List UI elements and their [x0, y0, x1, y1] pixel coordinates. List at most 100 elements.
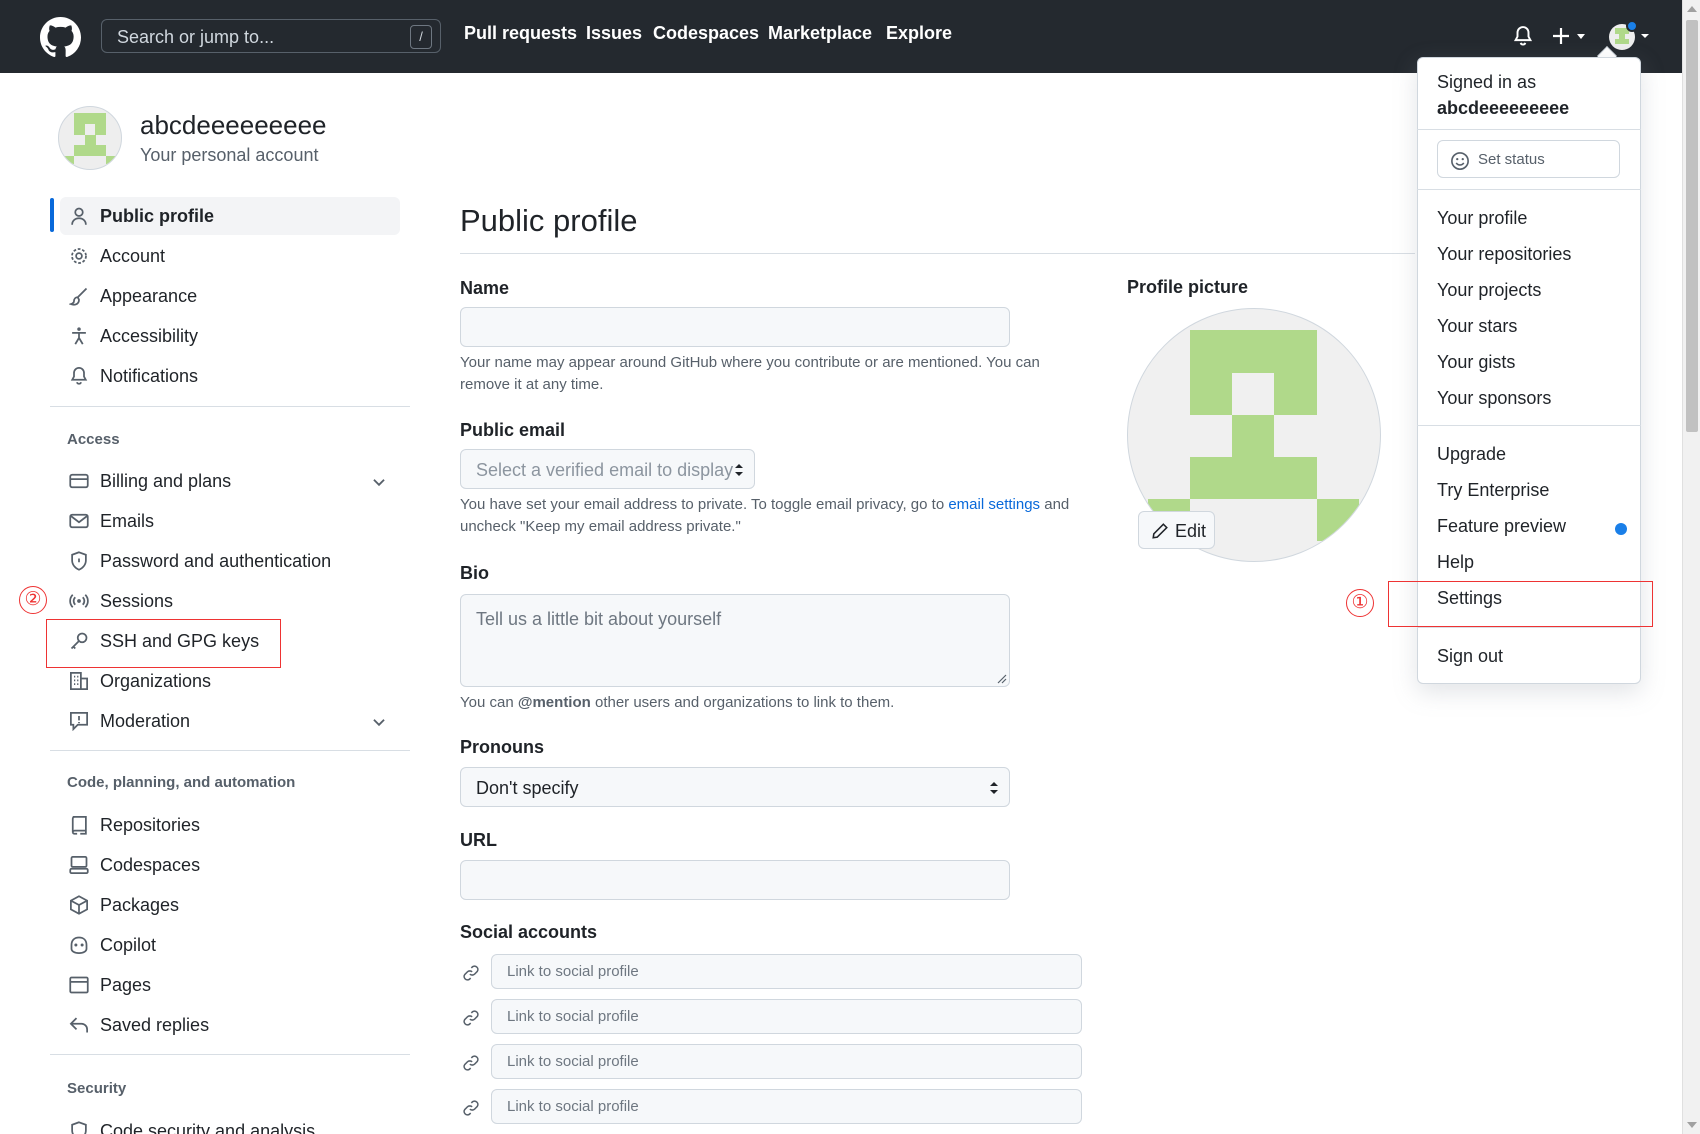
menu-item-upgrade[interactable]: Upgrade [1437, 444, 1506, 465]
scroll-up-arrow-icon[interactable] [1687, 6, 1697, 12]
select-arrows-icon [735, 464, 743, 476]
set-status-button[interactable]: Set status [1437, 140, 1620, 178]
sidebar-item-public-profile[interactable]: Public profile [60, 197, 400, 235]
sidebar-item-label: Emails [100, 511, 155, 531]
sidebar-item-notifications[interactable]: Notifications [60, 357, 400, 395]
sidebar-item-password-authentication[interactable]: Password and authentication [60, 542, 400, 580]
menu-item-your-repositories[interactable]: Your repositories [1437, 244, 1571, 265]
email-settings-link[interactable]: email settings [948, 496, 1040, 513]
nav-pull-requests[interactable]: Pull requests [464, 23, 577, 44]
resize-handle-icon[interactable] [997, 674, 1007, 684]
nav-marketplace[interactable]: Marketplace [768, 23, 872, 44]
social-placeholder: Link to social profile [507, 1008, 639, 1025]
menu-item-sign-out[interactable]: Sign out [1437, 646, 1503, 667]
menu-item-your-profile[interactable]: Your profile [1437, 208, 1527, 229]
dropdown-divider [1417, 425, 1641, 426]
reply-icon [69, 1017, 88, 1033]
public-email-help-text: You have set your email address to priva… [460, 494, 1090, 538]
social-profile-input-3[interactable]: Link to social profile [491, 1044, 1082, 1079]
accessibility-icon [72, 327, 86, 345]
menu-item-try-enterprise[interactable]: Try Enterprise [1437, 480, 1549, 501]
select-arrows-icon [990, 782, 998, 794]
sidebar-item-label: Packages [100, 895, 180, 915]
social-profile-input-2[interactable]: Link to social profile [491, 999, 1082, 1034]
scrollbar-thumb[interactable] [1686, 20, 1698, 432]
sidebar-divider [50, 1054, 410, 1055]
sidebar-item-emails[interactable]: Emails [60, 502, 400, 540]
search-placeholder: Search or jump to... [117, 27, 275, 47]
shield-icon [71, 551, 87, 571]
github-logo-icon[interactable] [40, 17, 81, 58]
paintbrush-icon [69, 287, 88, 306]
sidebar-heading-access: Access [67, 431, 120, 448]
menu-item-feature-preview[interactable]: Feature preview [1437, 516, 1566, 537]
sidebar-item-account[interactable]: Account [60, 237, 400, 275]
menu-item-your-stars[interactable]: Your stars [1437, 316, 1517, 337]
social-profile-input-4[interactable]: Link to social profile [491, 1089, 1082, 1124]
name-input[interactable] [460, 307, 1010, 347]
mail-icon [69, 513, 89, 529]
bio-textarea[interactable]: Tell us a little bit about yourself [460, 594, 1010, 687]
sidebar-item-appearance[interactable]: Appearance [60, 277, 400, 315]
nav-codespaces[interactable]: Codespaces [653, 23, 759, 44]
sidebar-item-copilot[interactable]: Copilot [60, 926, 400, 964]
chevron-down-icon[interactable] [370, 473, 388, 491]
sidebar-item-saved-replies[interactable]: Saved replies [60, 1006, 400, 1044]
social-accounts-label: Social accounts [460, 922, 598, 942]
sidebar-item-label: Repositories [100, 815, 201, 835]
sidebar-item-label: Code security and analysis [100, 1121, 316, 1134]
sidebar-item-code-security[interactable]: Code security and analysis [60, 1112, 400, 1134]
smiley-icon [1451, 152, 1469, 170]
bell-icon [70, 366, 88, 385]
url-label: URL [460, 830, 497, 850]
menu-item-your-gists[interactable]: Your gists [1437, 352, 1515, 373]
sidebar-item-label: Moderation [100, 711, 191, 731]
pencil-icon [1152, 523, 1168, 539]
notifications-bell-icon[interactable] [1512, 25, 1534, 47]
account-username[interactable]: abcdeeeeeeeee [140, 110, 327, 141]
social-account-row: Link to social profile [460, 1089, 1082, 1125]
annotation-number-1: ① [1346, 589, 1374, 617]
pronouns-select[interactable]: Don't specify [460, 767, 1010, 807]
menu-item-help[interactable]: Help [1437, 552, 1474, 573]
dropdown-divider [1417, 627, 1641, 628]
sidebar-item-label: Billing and plans [100, 471, 232, 491]
menu-item-your-sponsors[interactable]: Your sponsors [1437, 388, 1551, 409]
sidebar-heading-code: Code, planning, and automation [67, 774, 296, 791]
sidebar-item-billing[interactable]: Billing and plans [60, 462, 400, 500]
sidebar-item-moderation[interactable]: Moderation [60, 702, 400, 740]
sidebar-item-packages[interactable]: Packages [60, 886, 400, 924]
scroll-down-arrow-icon[interactable] [1687, 1122, 1697, 1128]
person-icon [71, 207, 87, 225]
edit-profile-picture-button[interactable]: Edit [1138, 511, 1215, 549]
social-profile-input-1[interactable]: Link to social profile [491, 954, 1082, 989]
nav-issues[interactable]: Issues [586, 23, 642, 44]
public-email-select[interactable]: Select a verified email to display [460, 449, 755, 489]
link-icon [463, 1055, 479, 1071]
title-divider [460, 253, 1415, 254]
pronouns-label: Pronouns [460, 737, 544, 757]
email-help-prefix: You have set your email address to priva… [460, 496, 945, 513]
page-scrollbar[interactable] [1682, 0, 1700, 1134]
sidebar-item-label: Public profile [100, 206, 215, 226]
nav-explore[interactable]: Explore [886, 23, 952, 44]
sidebar-item-codespaces[interactable]: Codespaces [60, 846, 400, 884]
public-email-label: Public email [460, 420, 566, 440]
search-input[interactable]: Search or jump to... / [101, 19, 441, 53]
create-new-plus-icon[interactable] [1553, 26, 1591, 46]
name-help-text: Your name may appear around GitHub where… [460, 354, 1040, 393]
sidebar-item-sessions[interactable]: Sessions [60, 582, 400, 620]
sidebar-item-accessibility[interactable]: Accessibility [60, 317, 400, 355]
sidebar-item-label: Pages [100, 975, 152, 995]
avatar-caret-icon[interactable] [1640, 32, 1650, 40]
chevron-down-icon[interactable] [370, 713, 388, 731]
sidebar-item-pages[interactable]: Pages [60, 966, 400, 1004]
url-input[interactable] [460, 860, 1010, 900]
gear-icon [71, 248, 87, 264]
social-account-row: Link to social profile [460, 999, 1082, 1035]
edit-label: Edit [1175, 521, 1207, 541]
social-placeholder: Link to social profile [507, 1098, 639, 1115]
sidebar-item-repositories[interactable]: Repositories [60, 806, 400, 844]
menu-item-your-projects[interactable]: Your projects [1437, 280, 1541, 301]
bio-help-text: You can @mention other users and organiz… [460, 692, 1060, 714]
